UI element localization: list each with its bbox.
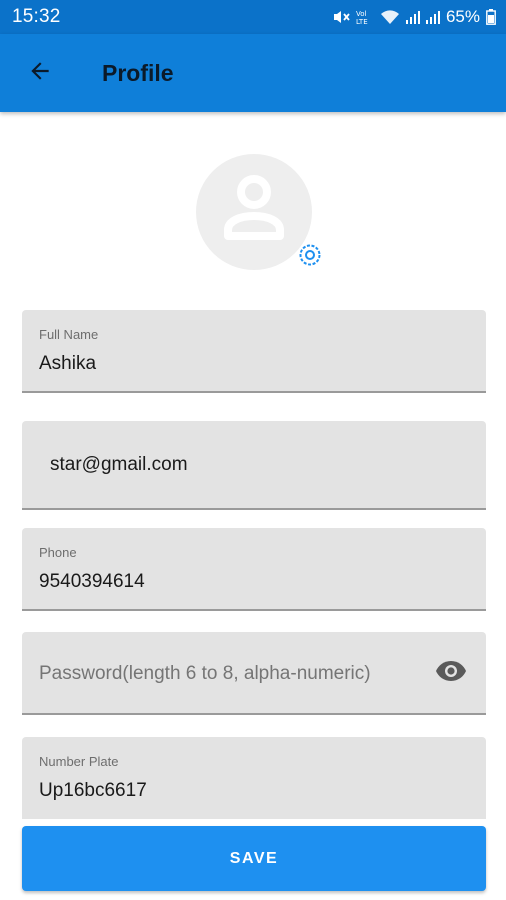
signal-icon	[405, 9, 420, 25]
full-name-label: Full Name	[39, 327, 99, 342]
full-name-field[interactable]: Full Name Ashika	[22, 310, 486, 393]
battery-icon	[486, 9, 496, 25]
app-bar: Profile	[0, 34, 506, 112]
svg-text:LTE: LTE	[356, 18, 368, 25]
phone-label: Phone	[39, 545, 77, 560]
status-bar: 15:32 Vol LTE 65%	[0, 0, 506, 34]
number-plate-label: Number Plate	[39, 754, 119, 769]
save-button[interactable]: SAVE	[22, 826, 486, 891]
change-photo-button[interactable]	[297, 244, 323, 270]
full-name-value[interactable]: Ashika	[39, 353, 96, 375]
camera-icon	[298, 243, 322, 272]
mute-icon	[332, 9, 350, 25]
signal-icon	[425, 9, 440, 25]
status-time: 15:32	[12, 6, 61, 27]
svg-text:Vol: Vol	[356, 10, 367, 18]
phone-value[interactable]: 9540394614	[39, 571, 145, 593]
email-value[interactable]: star@gmail.com	[50, 454, 188, 476]
person-placeholder-icon	[214, 170, 294, 255]
avatar[interactable]	[196, 154, 312, 270]
page-title: Profile	[102, 59, 174, 86]
number-plate-value[interactable]: Up16bc6617	[39, 780, 147, 802]
back-button[interactable]	[20, 53, 60, 93]
password-placeholder[interactable]: Password(length 6 to 8, alpha-numeric)	[39, 663, 371, 685]
number-plate-field[interactable]: Number Plate Up16bc6617	[22, 737, 486, 819]
phone-field[interactable]: Phone 9540394614	[22, 528, 486, 611]
password-field[interactable]: Password(length 6 to 8, alpha-numeric)	[22, 632, 486, 715]
toggle-password-visibility-button[interactable]	[434, 656, 468, 690]
eye-icon	[435, 660, 467, 687]
profile-screen: 15:32 Vol LTE 65% Profile Full Name Ashi…	[0, 0, 506, 900]
volte-icon: Vol LTE	[356, 9, 374, 25]
email-field[interactable]: star@gmail.com	[22, 421, 486, 510]
arrow-left-icon	[27, 58, 53, 89]
wifi-icon	[380, 9, 400, 25]
battery-percent: 65%	[445, 7, 480, 26]
status-icons: Vol LTE 65%	[332, 7, 496, 27]
